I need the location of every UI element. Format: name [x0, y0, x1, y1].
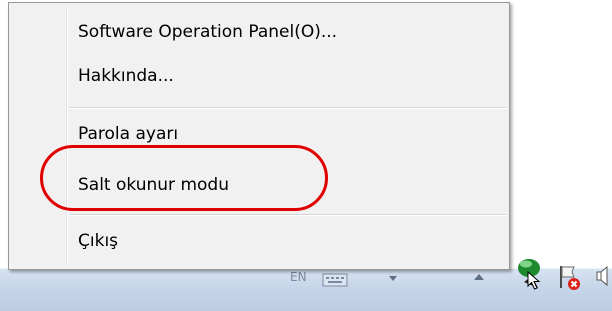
menu-item-about[interactable]: Hakkında...: [12, 57, 506, 95]
menu-item-software-operation-panel[interactable]: Software Operation Panel(O)...: [12, 13, 506, 51]
menu-item-exit[interactable]: Çıkış: [12, 222, 506, 260]
menu-separator: [69, 107, 506, 109]
menu-separator: [69, 214, 506, 216]
keyboard-dropdown-icon[interactable]: [389, 276, 397, 281]
context-menu: Software Operation Panel(O)... Hakkında.…: [8, 2, 510, 270]
menu-item-label: Software Operation Panel(O)...: [78, 22, 338, 42]
menu-item-label: Çıkış: [78, 231, 119, 251]
annotation-highlight-ring: [40, 145, 328, 211]
menu-item-label: Hakkında...: [78, 66, 174, 86]
keyboard-icon[interactable]: [322, 272, 348, 291]
action-center-flag-icon[interactable]: [556, 262, 582, 296]
language-indicator[interactable]: EN: [290, 270, 307, 284]
scanner-status-icon[interactable]: [512, 254, 548, 294]
show-hidden-icons-icon[interactable]: [474, 274, 484, 280]
speaker-icon[interactable]: [596, 265, 612, 292]
